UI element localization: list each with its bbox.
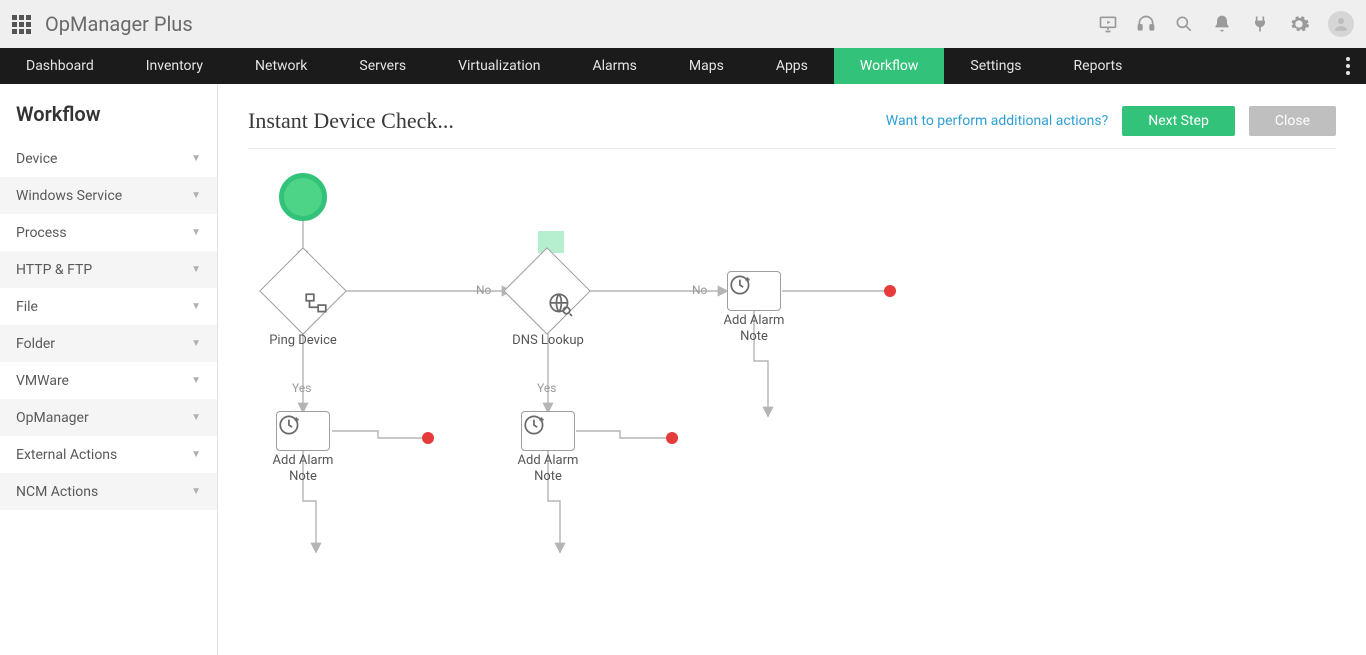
app-launcher-icon[interactable] <box>12 15 31 34</box>
node-label: Ping Device <box>263 333 343 349</box>
category-ncm-actions[interactable]: NCM Actions ▼ <box>0 473 217 510</box>
edge-yes: Yes <box>537 381 556 395</box>
category-opmanager[interactable]: OpManager ▼ <box>0 399 217 436</box>
nav-virtualization[interactable]: Virtualization <box>432 48 566 84</box>
nav-reports[interactable]: Reports <box>1048 48 1149 84</box>
start-node[interactable] <box>279 173 327 221</box>
category-label: Folder <box>16 336 55 352</box>
clock-plus-icon <box>522 412 548 438</box>
category-device[interactable]: Device ▼ <box>0 140 217 177</box>
header-actions <box>1098 11 1354 37</box>
chevron-down-icon: ▼ <box>191 153 201 164</box>
category-external-actions[interactable]: External Actions ▼ <box>0 436 217 473</box>
node-label: Add Alarm Note <box>508 453 588 486</box>
nav-apps[interactable]: Apps <box>750 48 834 84</box>
category-label: Windows Service <box>16 188 122 204</box>
chevron-down-icon: ▼ <box>191 375 201 386</box>
drop-target-highlight <box>538 231 564 253</box>
category-label: Device <box>16 151 57 167</box>
nav-workflow[interactable]: Workflow <box>834 48 945 84</box>
end-node[interactable] <box>666 432 678 444</box>
clock-plus-icon <box>277 412 303 438</box>
node-label: DNS Lookup <box>508 333 588 349</box>
node-label: Add Alarm Note <box>263 453 343 486</box>
nav-more-icon[interactable] <box>1330 48 1366 84</box>
chevron-down-icon: ▼ <box>191 449 201 460</box>
category-process[interactable]: Process ▼ <box>0 214 217 251</box>
clock-plus-icon <box>728 272 754 298</box>
end-node[interactable] <box>884 285 896 297</box>
nav-dashboard[interactable]: Dashboard <box>0 48 120 84</box>
page-title: Instant Device Check... <box>248 108 454 134</box>
category-http-ftp[interactable]: HTTP & FTP ▼ <box>0 251 217 288</box>
additional-actions-link[interactable]: Want to perform additional actions? <box>886 113 1108 129</box>
node-label: Add Alarm Note <box>714 313 794 346</box>
nav-servers[interactable]: Servers <box>333 48 432 84</box>
action-add-alarm-note[interactable] <box>727 271 781 311</box>
app-header: OpManager Plus <box>0 0 1366 48</box>
workflow-editor: Instant Device Check... Want to perform … <box>218 84 1366 655</box>
action-add-alarm-note[interactable] <box>276 411 330 451</box>
nav-settings[interactable]: Settings <box>944 48 1047 84</box>
chevron-down-icon: ▼ <box>191 190 201 201</box>
category-file[interactable]: File ▼ <box>0 288 217 325</box>
edge-no: No <box>692 283 707 297</box>
workflow-canvas[interactable]: Ping Device No Yes DNS Lookup No Yes Add… <box>248 163 1336 643</box>
bell-icon[interactable] <box>1212 14 1232 34</box>
nav-network[interactable]: Network <box>229 48 333 84</box>
action-add-alarm-note[interactable] <box>521 411 575 451</box>
nav-maps[interactable]: Maps <box>663 48 750 84</box>
category-label: NCM Actions <box>16 484 98 500</box>
next-step-button[interactable]: Next Step <box>1122 106 1235 136</box>
nav-inventory[interactable]: Inventory <box>120 48 229 84</box>
presentation-icon[interactable] <box>1098 14 1118 34</box>
user-avatar[interactable] <box>1328 11 1354 37</box>
chevron-down-icon: ▼ <box>191 412 201 423</box>
chevron-down-icon: ▼ <box>191 486 201 497</box>
category-label: VMWare <box>16 373 69 389</box>
main-nav: Dashboard Inventory Network Servers Virt… <box>0 48 1366 84</box>
workflow-sidebar: Workflow Device ▼ Windows Service ▼ Proces… <box>0 84 218 655</box>
category-label: OpManager <box>16 410 89 426</box>
plug-icon[interactable] <box>1250 14 1270 34</box>
chevron-down-icon: ▼ <box>191 264 201 275</box>
close-button[interactable]: Close <box>1249 106 1336 136</box>
category-label: External Actions <box>16 447 117 463</box>
chevron-down-icon: ▼ <box>191 301 201 312</box>
gear-icon[interactable] <box>1288 13 1310 35</box>
edge-yes: Yes <box>292 381 311 395</box>
sidebar-title: Workflow <box>0 84 217 140</box>
category-label: Process <box>16 225 67 241</box>
chevron-down-icon: ▼ <box>191 227 201 238</box>
search-icon[interactable] <box>1174 14 1194 34</box>
category-label: HTTP & FTP <box>16 262 92 278</box>
category-folder[interactable]: Folder ▼ <box>0 325 217 362</box>
chevron-down-icon: ▼ <box>191 338 201 349</box>
edge-no: No <box>476 283 491 297</box>
app-title: OpManager Plus <box>45 12 193 36</box>
category-windows-service[interactable]: Windows Service ▼ <box>0 177 217 214</box>
category-label: File <box>16 299 38 315</box>
category-vmware[interactable]: VMWare ▼ <box>0 362 217 399</box>
headset-icon[interactable] <box>1136 14 1156 34</box>
nav-alarms[interactable]: Alarms <box>566 48 662 84</box>
end-node[interactable] <box>422 432 434 444</box>
